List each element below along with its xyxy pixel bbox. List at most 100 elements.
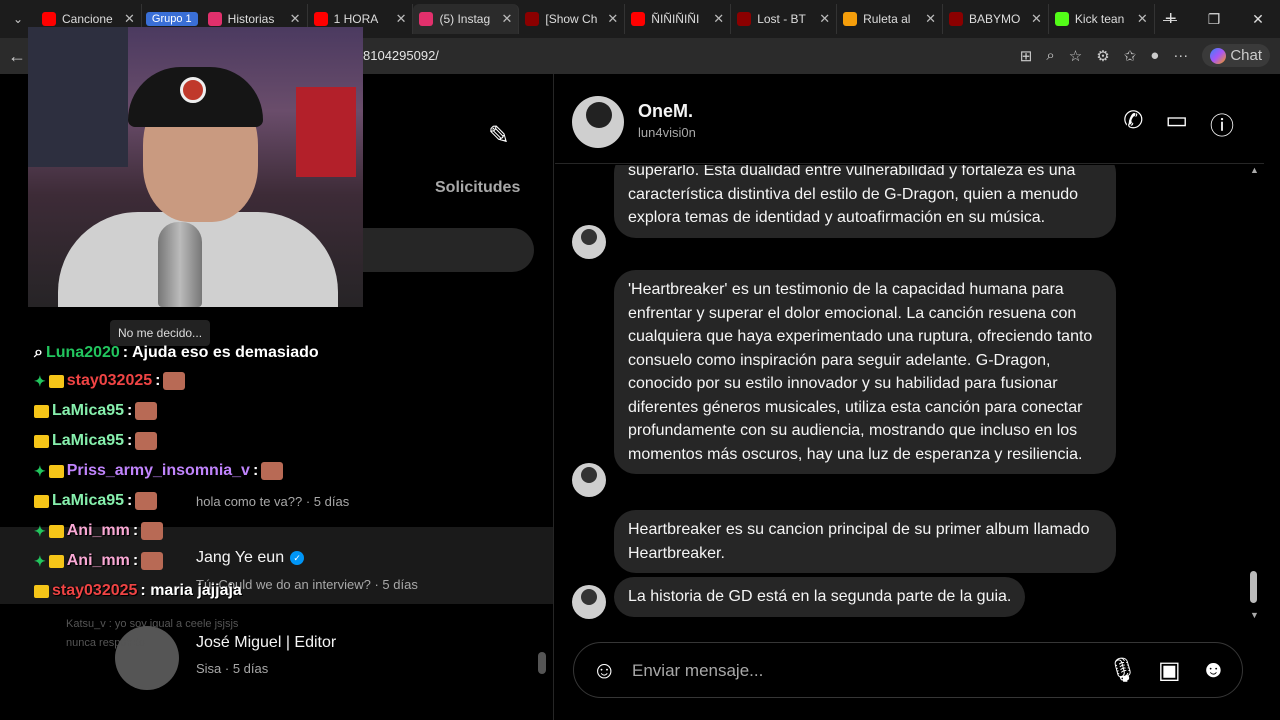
youtube-favicon-icon	[313, 12, 328, 26]
tab-title: BABYMO	[969, 12, 1021, 26]
app-grid-icon[interactable]: ⊞	[1020, 47, 1033, 65]
chat-header-actions: ✆ ▭ ⓘ	[1123, 106, 1234, 141]
roulette-favicon-icon	[843, 12, 858, 26]
tab-6[interactable]: ÑIÑIÑIÑI ✕	[625, 4, 732, 34]
message-bubble: Heartbreaker es su cancion principal de …	[614, 510, 1116, 573]
media-favicon-icon	[737, 12, 752, 26]
search-icon[interactable]: ⌕	[34, 344, 43, 362]
sticker-icon[interactable]: ☻	[1201, 656, 1226, 685]
emote	[141, 552, 164, 570]
message-composer: ☺ 🎙 ▣ ☻	[573, 642, 1243, 698]
tab-7[interactable]: Lost - BT ✕	[731, 4, 838, 34]
url-text[interactable]: 8104295092/	[363, 48, 439, 63]
crown-badge-icon	[48, 374, 64, 388]
tab-10[interactable]: Kick tean ✕	[1049, 4, 1155, 34]
extensions-icon[interactable]: ⚙	[1096, 47, 1109, 65]
favorite-star-icon[interactable]: ☆	[1069, 47, 1082, 65]
more-options-icon[interactable]: ···	[1173, 47, 1188, 64]
profile-avatar-icon[interactable]: ●	[1150, 47, 1159, 64]
restore-icon[interactable]: ❐	[1192, 0, 1236, 38]
requests-tab[interactable]: Solicitudes	[435, 179, 520, 197]
tab-8[interactable]: Ruleta al ✕	[837, 4, 943, 34]
chat-line: ✦ Priss_army_insomnia_v:	[34, 462, 284, 480]
chat-line: stay032025: maria jajjaja	[34, 582, 242, 600]
composer-actions: 🎙 ▣ ☻	[1108, 656, 1226, 685]
emoji-icon[interactable]: ☺	[592, 657, 617, 685]
cap-logo	[180, 77, 206, 103]
message-thread: superarlo. Esta dualidad entre vulnerabi…	[555, 165, 1264, 635]
close-tab-icon[interactable]: ✕	[290, 11, 301, 27]
emote	[135, 492, 158, 510]
close-tab-icon[interactable]: ✕	[501, 11, 512, 27]
scroll-down-icon[interactable]: ▼	[1250, 610, 1259, 620]
compose-icon[interactable]: ✎	[488, 120, 510, 151]
thread-scrollbar[interactable]: ▲ ▼	[1248, 165, 1260, 625]
microphone	[158, 222, 202, 307]
chat-header: OneM. lun4visi0n ✆ ▭ ⓘ	[555, 74, 1264, 164]
close-tab-icon[interactable]: ✕	[607, 11, 618, 27]
tab-5[interactable]: [Show Ch ✕	[519, 4, 626, 34]
message-input[interactable]	[632, 659, 1072, 683]
chat-line: ✦ stay032025:	[34, 372, 186, 390]
faded-chat-line: nunca respondo	[66, 637, 145, 649]
tab-title: (5) Instag	[439, 12, 491, 26]
gem-badge-icon: ✦	[34, 372, 46, 389]
chat-line: ✦ Ani_mm:	[34, 522, 164, 540]
image-icon[interactable]: ▣	[1158, 656, 1181, 685]
close-window-icon[interactable]: ✕	[1236, 0, 1280, 38]
back-arrow-icon[interactable]: ←	[8, 46, 26, 67]
info-icon[interactable]: ⓘ	[1210, 106, 1234, 141]
tab-title: Ruleta al	[863, 12, 911, 26]
copilot-icon	[1210, 47, 1227, 64]
close-tab-icon[interactable]: ✕	[819, 11, 830, 27]
microphone-icon[interactable]: 🎙	[1108, 656, 1138, 685]
contact-avatar[interactable]	[572, 96, 624, 148]
copilot-label: Chat	[1230, 47, 1262, 64]
gem-badge-icon: ✦	[34, 462, 46, 479]
tab-title: ÑIÑIÑIÑI	[651, 12, 700, 26]
close-tab-icon[interactable]: ✕	[1031, 11, 1042, 27]
close-tab-icon[interactable]: ✕	[713, 11, 724, 27]
chat-line: LaMica95:	[34, 432, 158, 450]
contact-name[interactable]: OneM.	[638, 101, 693, 122]
zoom-icon[interactable]: ⌕	[1046, 47, 1054, 64]
close-tab-icon[interactable]: ✕	[925, 11, 936, 27]
crown-badge-icon	[48, 524, 64, 538]
minimize-icon[interactable]: —	[1148, 0, 1192, 38]
chat-line: ✦ Ani_mm:	[34, 552, 164, 570]
tab-9[interactable]: BABYMO ✕	[943, 4, 1049, 34]
tab-4-active[interactable]: (5) Instag ✕	[413, 4, 520, 34]
phone-icon[interactable]: ✆	[1123, 106, 1143, 141]
youtube-favicon-icon	[42, 12, 56, 26]
tab-group-label[interactable]: Grupo 1	[145, 12, 198, 26]
instagram-favicon-icon	[419, 12, 434, 26]
chat-line: LaMica95:	[34, 402, 158, 420]
crown-badge-icon	[34, 404, 49, 418]
crown-badge-icon	[34, 494, 49, 508]
crown-badge-icon	[34, 584, 49, 598]
copilot-button[interactable]: Chat	[1202, 44, 1270, 67]
sidebar-scrollbar[interactable]	[538, 652, 546, 674]
tab-title: Lost - BT	[757, 12, 806, 26]
scroll-thumb[interactable]	[1250, 571, 1257, 603]
tab-title: Historias	[227, 12, 275, 26]
close-tab-icon[interactable]: ✕	[124, 11, 135, 27]
window-controls: — ❐ ✕	[1148, 0, 1280, 38]
message-avatar	[572, 225, 606, 259]
close-tab-icon[interactable]: ✕	[1137, 11, 1148, 27]
message-bubble: 'Heartbreaker' es un testimonio de la ca…	[614, 270, 1116, 474]
tab-title: Cancione	[62, 12, 113, 26]
message-avatar	[572, 585, 606, 619]
emote	[141, 522, 164, 540]
video-icon[interactable]: ▭	[1165, 106, 1188, 141]
webcam-background	[28, 27, 128, 167]
search-input[interactable]	[360, 228, 534, 272]
close-tab-icon[interactable]: ✕	[396, 11, 407, 27]
chat-line: ⌕ Luna2020: Ajuda eso es demasiado	[34, 344, 319, 362]
crown-badge-icon	[48, 464, 64, 478]
faded-chat-line: Katsu_v : yo soy igual a ceele jsjsjs	[66, 618, 239, 630]
favorites-icon[interactable]: ✩	[1124, 47, 1137, 65]
scroll-up-icon[interactable]: ▲	[1250, 165, 1259, 175]
crown-badge-icon	[48, 554, 64, 568]
gem-badge-icon: ✦	[34, 552, 46, 569]
